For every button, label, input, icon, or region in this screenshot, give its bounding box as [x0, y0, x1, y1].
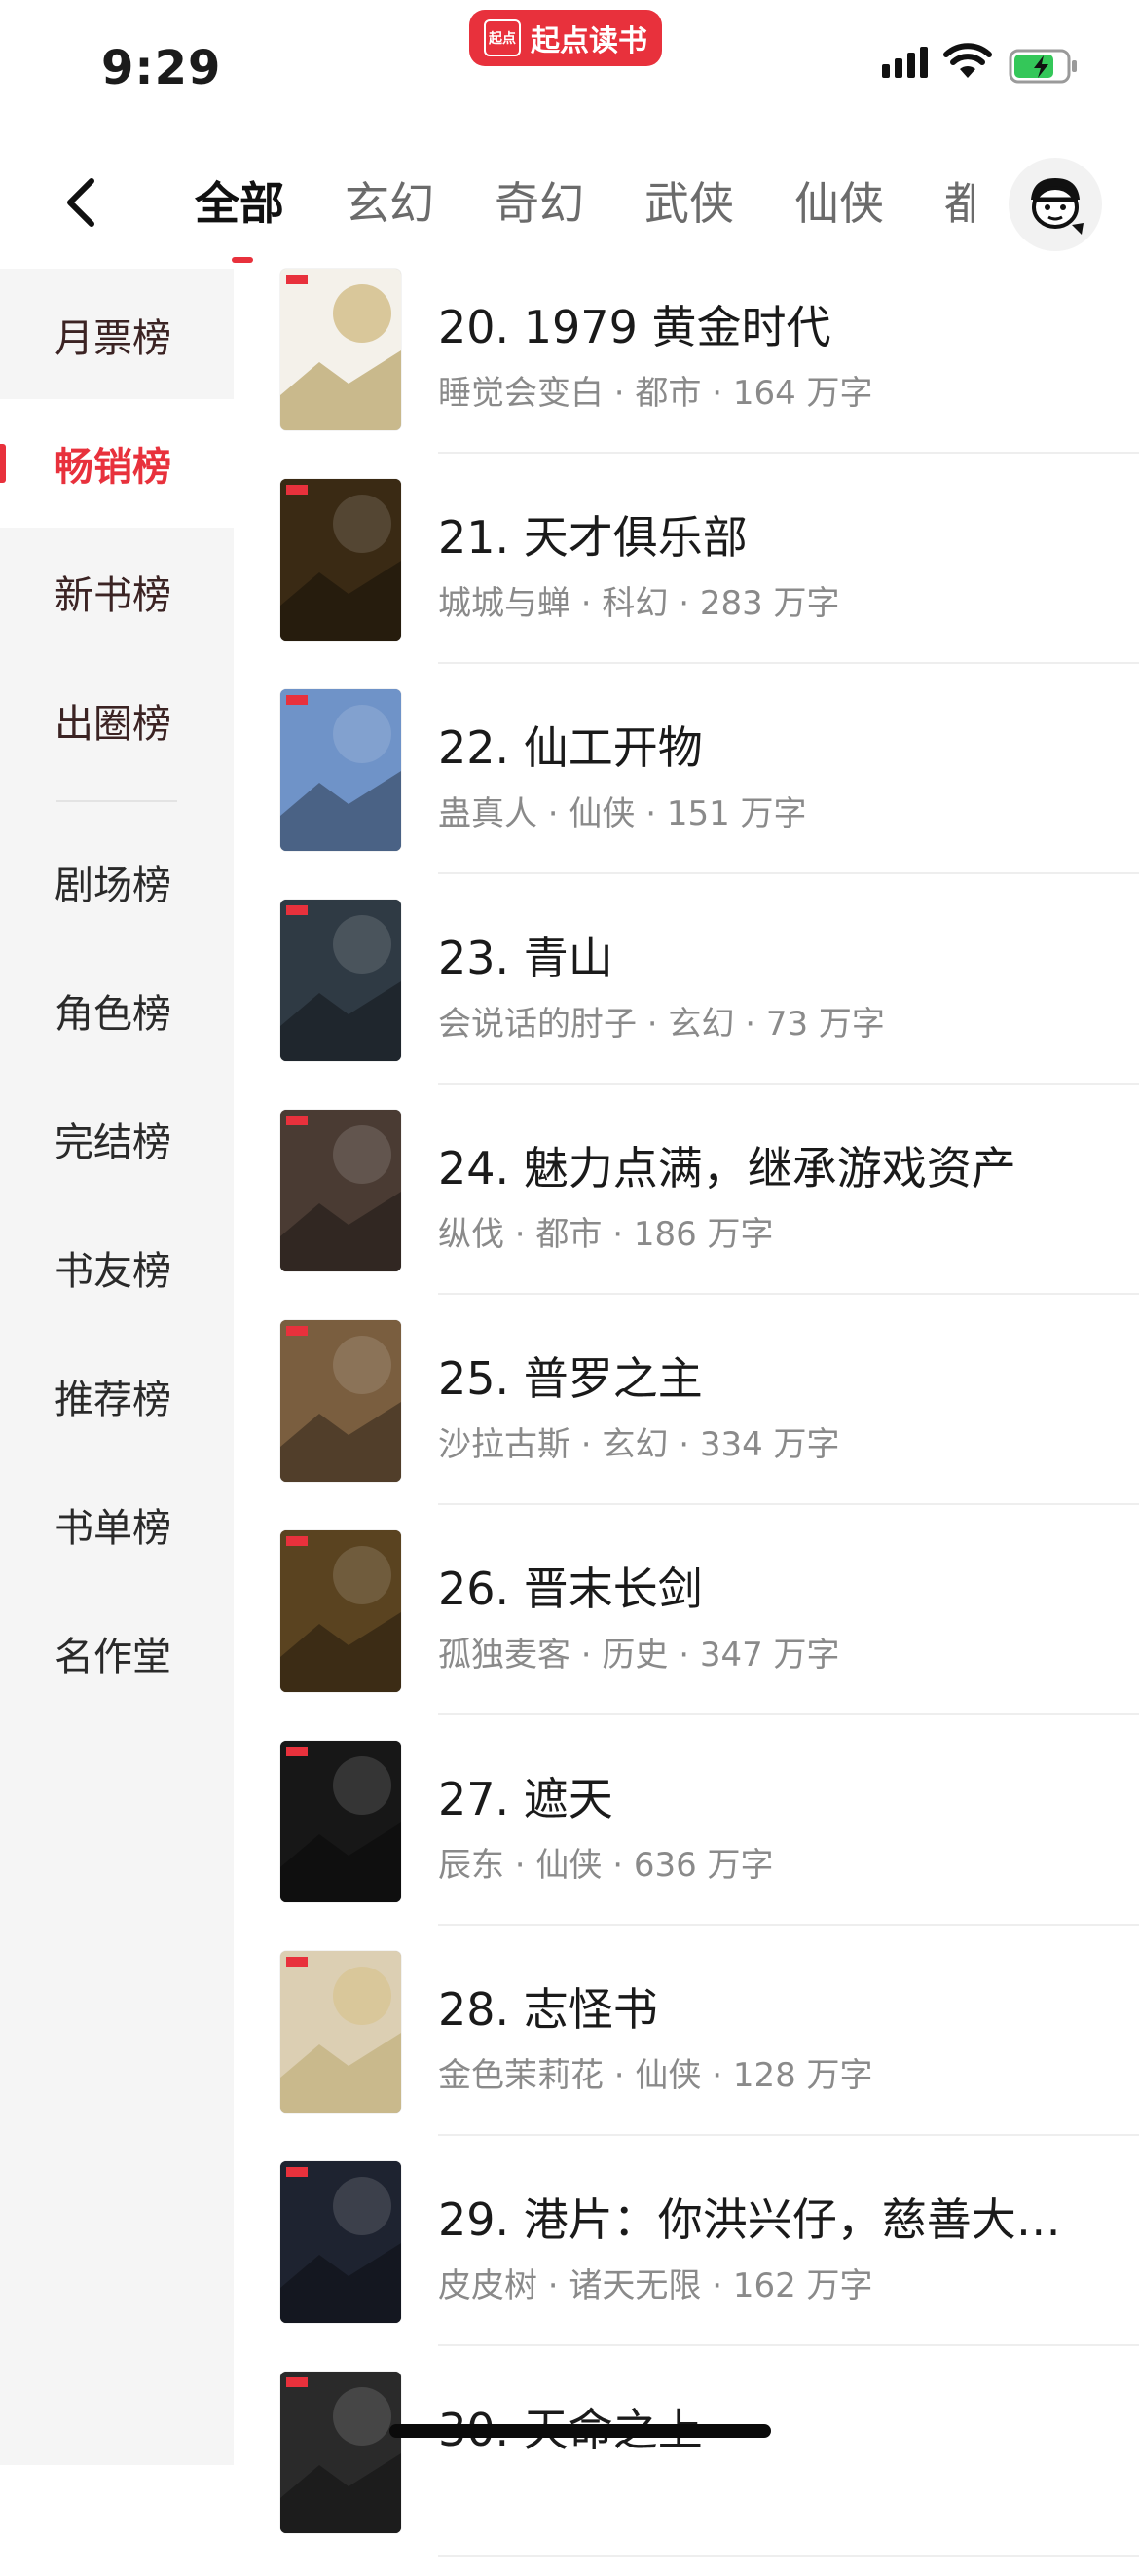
row-divider	[438, 872, 1139, 874]
book-cover-image	[280, 1951, 401, 2113]
book-cover-image	[280, 479, 401, 641]
wifi-icon	[943, 43, 992, 78]
sidebar-item-new-books[interactable]: 新书榜	[0, 528, 234, 656]
book-meta: 金色茉莉花 · 仙侠 · 128 万字	[438, 2056, 873, 2095]
row-divider	[438, 2344, 1139, 2346]
app-logo-icon: 起点	[484, 19, 521, 56]
sidebar-item-booklist[interactable]: 书单榜	[0, 1460, 234, 1589]
book-title: 25. 普罗之主	[438, 1352, 703, 1405]
book-meta: 会说话的肘子 · 玄幻 · 73 万字	[438, 1005, 885, 1044]
row-divider	[438, 1083, 1139, 1085]
book-cover-image	[280, 1320, 401, 1482]
sidebar-item-recommend[interactable]: 推荐榜	[0, 1332, 234, 1460]
book-cover-image	[280, 1110, 401, 1271]
book-meta: 沙拉古斯 · 玄幻 · 334 万字	[438, 1425, 840, 1464]
sidebar-item-theater[interactable]: 剧场榜	[0, 818, 234, 946]
book-row[interactable]: 21. 天才俱乐部城城与蝉 · 科幻 · 283 万字	[234, 473, 1139, 683]
row-divider	[438, 2555, 1139, 2557]
home-indicator[interactable]	[389, 2424, 771, 2438]
book-cover-image	[280, 689, 401, 851]
row-divider	[438, 1924, 1139, 1926]
book-row[interactable]: 24. 魅力点满，继承游戏资产纵伐 · 都市 · 186 万字	[234, 1104, 1139, 1314]
book-cover-image	[280, 1530, 401, 1692]
book-cover-image	[280, 2372, 401, 2533]
tab-all[interactable]: 全部	[195, 171, 284, 239]
book-row[interactable]: 25. 普罗之主沙拉古斯 · 玄幻 · 334 万字	[234, 1314, 1139, 1525]
app-badge-label: 起点读书	[531, 24, 647, 58]
tab-qihuan[interactable]: 奇幻	[495, 171, 584, 239]
book-title: 26. 晋末长剑	[438, 1563, 703, 1615]
book-row[interactable]: 22. 仙工开物蛊真人 · 仙侠 · 151 万字	[234, 683, 1139, 894]
book-meta: 纵伐 · 都市 · 186 万字	[438, 1215, 774, 1254]
sidebar-item-breakout[interactable]: 出圈榜	[0, 656, 234, 785]
book-cover-image	[280, 900, 401, 1061]
book-title: 28. 志怪书	[438, 1983, 658, 2036]
row-divider	[438, 1503, 1139, 1505]
top-nav: 全部 玄幻 奇幻 武侠 仙侠 都	[0, 146, 1139, 263]
book-cover-image	[280, 269, 401, 430]
sidebar-item-readers[interactable]: 书友榜	[0, 1203, 234, 1332]
row-divider	[438, 1293, 1139, 1295]
book-cover-image	[280, 2161, 401, 2323]
row-divider	[438, 452, 1139, 454]
tab-dushi[interactable]: 都	[944, 171, 974, 239]
battery-icon	[1009, 49, 1077, 84]
sidebar-item-hall-of-fame[interactable]: 名作堂	[0, 1589, 234, 1717]
tab-xianxia[interactable]: 仙侠	[794, 171, 884, 239]
book-meta: 蛊真人 · 仙侠 · 151 万字	[438, 794, 807, 833]
book-row[interactable]: 23. 青山会说话的肘子 · 玄幻 · 73 万字	[234, 894, 1139, 1104]
user-avatar-icon	[1031, 178, 1084, 235]
avatar[interactable]	[1009, 158, 1102, 251]
ranking-sidebar: 月票榜 畅销榜 新书榜 出圈榜 剧场榜 角色榜 完结榜 书友榜 推荐榜 书单榜 …	[0, 269, 234, 2465]
status-bar: 9:29 起点 起点读书	[0, 0, 1139, 136]
book-title: 24. 魅力点满，继承游戏资产	[438, 1142, 1016, 1195]
cellular-signal-icon	[882, 47, 928, 78]
tab-xuanhuan[interactable]: 玄幻	[345, 171, 434, 239]
book-meta: 皮皮树 · 诸天无限 · 162 万字	[438, 2266, 873, 2305]
book-title: 27. 遮天	[438, 1773, 613, 1825]
book-meta: 睡觉会变白 · 都市 · 164 万字	[438, 374, 873, 413]
sidebar-item-character[interactable]: 角色榜	[0, 946, 234, 1075]
back-icon[interactable]	[55, 173, 113, 232]
book-meta: 辰东 · 仙侠 · 636 万字	[438, 1846, 774, 1885]
tab-wuxia[interactable]: 武侠	[644, 171, 734, 239]
book-meta: 城城与蝉 · 科幻 · 283 万字	[438, 584, 840, 623]
status-time: 9:29	[101, 41, 222, 95]
sidebar-divider	[56, 800, 177, 802]
book-title: 22. 仙工开物	[438, 721, 703, 774]
book-list: 20. 1979 黄金时代睡觉会变白 · 都市 · 164 万字 21. 天才俱…	[234, 263, 1139, 2557]
row-divider	[438, 2134, 1139, 2136]
book-row[interactable]: 28. 志怪书金色茉莉花 · 仙侠 · 128 万字	[234, 1945, 1139, 2155]
book-title: 29. 港片：你洪兴仔，慈善大…	[438, 2193, 1061, 2246]
row-divider	[438, 1713, 1139, 1715]
book-meta: 孤独麦客 · 历史 · 347 万字	[438, 1636, 840, 1674]
category-tabs: 全部 玄幻 奇幻 武侠 仙侠 都	[195, 171, 974, 239]
sidebar-item-monthly-ticket[interactable]: 月票榜	[0, 271, 234, 399]
book-title: 20. 1979 黄金时代	[438, 301, 831, 353]
book-title: 21. 天才俱乐部	[438, 511, 748, 564]
book-row[interactable]: 26. 晋末长剑孤独麦客 · 历史 · 347 万字	[234, 1525, 1139, 1735]
app-badge[interactable]: 起点 起点读书	[469, 10, 662, 66]
book-cover-image	[280, 1741, 401, 1902]
book-row[interactable]: 27. 遮天辰东 · 仙侠 · 636 万字	[234, 1735, 1139, 1945]
book-title: 23. 青山	[438, 932, 613, 984]
book-row[interactable]: 30. 天命之上	[234, 2366, 1139, 2576]
row-divider	[438, 662, 1139, 664]
sidebar-item-bestseller[interactable]: 畅销榜	[0, 399, 234, 528]
book-row[interactable]: 29. 港片：你洪兴仔，慈善大… 皮皮树 · 诸天无限 · 162 万字	[234, 2155, 1139, 2366]
book-row[interactable]: 20. 1979 黄金时代睡觉会变白 · 都市 · 164 万字	[234, 263, 1139, 473]
sidebar-item-completed[interactable]: 完结榜	[0, 1075, 234, 1203]
